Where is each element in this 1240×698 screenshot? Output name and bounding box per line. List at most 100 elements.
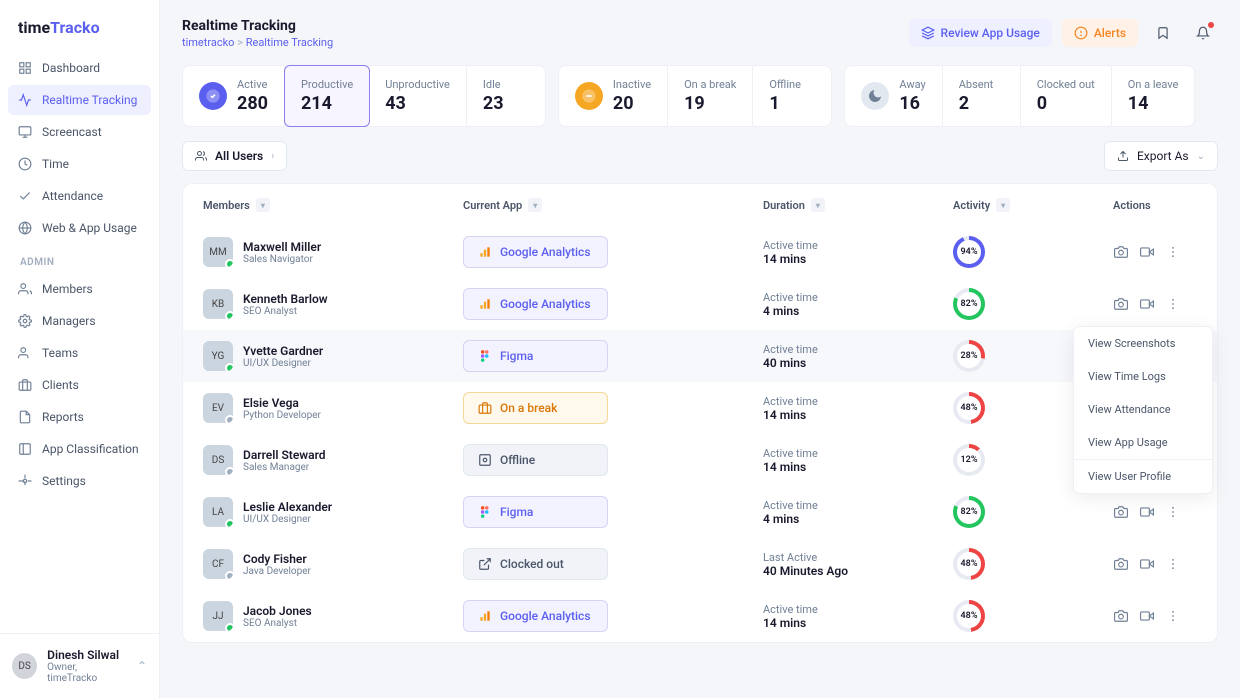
sidebar-item-dashboard[interactable]: Dashboard — [8, 53, 151, 83]
more-icon[interactable] — [1165, 296, 1181, 312]
sidebar-item-web-app-usage[interactable]: Web & App Usage — [8, 213, 151, 243]
stat-unproductive[interactable]: Unproductive43 — [369, 66, 467, 126]
app-chip[interactable]: Google Analytics — [463, 600, 608, 632]
stat-idle[interactable]: Idle23 — [467, 66, 545, 126]
avatar: CF — [203, 549, 233, 579]
avatar: MM — [203, 237, 233, 267]
app-icon — [478, 453, 492, 467]
app-label: Google Analytics — [500, 609, 591, 623]
app-chip[interactable]: Google Analytics — [463, 288, 608, 320]
table-row: KB Kenneth Barlow SEO Analyst Google Ana… — [183, 278, 1217, 330]
status-dot — [225, 311, 233, 319]
export-dropdown[interactable]: Export As ⌄ — [1104, 141, 1218, 171]
member-cell: KB Kenneth Barlow SEO Analyst — [203, 289, 463, 319]
member-name: Maxwell Miller — [243, 240, 321, 254]
bookmark-icon[interactable] — [1148, 18, 1178, 48]
more-icon[interactable] — [1165, 608, 1181, 624]
user-box[interactable]: DS Dinesh Silwal Owner, timeTracko ⌃ — [0, 633, 159, 698]
stat-value: 20 — [613, 93, 651, 114]
stat-value: 23 — [483, 93, 504, 114]
app-chip[interactable]: Clocked out — [463, 548, 608, 580]
header: Realtime Tracking timetracko > Realtime … — [182, 18, 1218, 49]
table-header: Members▾ Current App▾ Duration▾ Activity… — [183, 184, 1217, 226]
popup-item-view-user-profile[interactable]: View User Profile — [1074, 460, 1212, 493]
activity-ring: 48% — [953, 548, 985, 580]
alerts-button[interactable]: Alerts — [1062, 19, 1138, 47]
nav-label: Time — [42, 157, 69, 171]
sidebar-item-teams[interactable]: Teams — [8, 338, 151, 368]
app-chip[interactable]: Offline — [463, 444, 608, 476]
stat-on-a-leave[interactable]: On a leave14 — [1112, 66, 1195, 126]
camera-icon[interactable] — [1113, 244, 1129, 260]
more-icon[interactable] — [1165, 504, 1181, 520]
app-chip[interactable]: Figma — [463, 496, 608, 528]
sort-icon[interactable]: ▾ — [528, 198, 542, 212]
col-members[interactable]: Members▾ — [203, 198, 463, 212]
page-title: Realtime Tracking — [182, 18, 333, 34]
popup-item-view-screenshots[interactable]: View Screenshots — [1074, 327, 1212, 360]
sidebar-item-app-classification[interactable]: App Classification — [8, 434, 151, 464]
stat-active[interactable]: Active280 — [183, 66, 285, 126]
duration-value: 14 mins — [763, 460, 953, 474]
app-icon — [478, 245, 492, 259]
sidebar-item-attendance[interactable]: Attendance — [8, 181, 151, 211]
more-icon[interactable] — [1165, 244, 1181, 260]
sidebar-item-settings[interactable]: Settings — [8, 466, 151, 496]
member-cell: YG Yvette Gardner UI/UX Designer — [203, 341, 463, 371]
bell-icon[interactable] — [1188, 18, 1218, 48]
members-table: Members▾ Current App▾ Duration▾ Activity… — [182, 183, 1218, 643]
member-role: Python Developer — [243, 410, 321, 421]
camera-icon[interactable] — [1113, 608, 1129, 624]
table-row: YG Yvette Gardner UI/UX Designer Figma A… — [183, 330, 1217, 382]
review-app-usage-button[interactable]: Review App Usage — [909, 19, 1052, 47]
camera-icon[interactable] — [1113, 504, 1129, 520]
col-app[interactable]: Current App▾ — [463, 198, 763, 212]
app-icon — [478, 557, 492, 571]
nav-icon — [18, 221, 32, 235]
video-icon[interactable] — [1139, 556, 1155, 572]
sidebar-item-members[interactable]: Members — [8, 274, 151, 304]
breadcrumb-current: Realtime Tracking — [246, 36, 333, 49]
stat-productive[interactable]: Productive214 — [284, 65, 370, 127]
chevron-up-icon[interactable]: ⌃ — [137, 659, 147, 673]
sidebar-item-managers[interactable]: Managers — [8, 306, 151, 336]
stat-group-away: Away16Absent2Clocked out0On a leave14 — [844, 65, 1195, 127]
activity-ring: 28% — [953, 340, 985, 372]
sidebar-item-realtime-tracking[interactable]: Realtime Tracking — [8, 85, 151, 115]
app-chip[interactable]: On a break — [463, 392, 608, 424]
more-icon[interactable] — [1165, 556, 1181, 572]
video-icon[interactable] — [1139, 244, 1155, 260]
video-icon[interactable] — [1139, 504, 1155, 520]
video-icon[interactable] — [1139, 608, 1155, 624]
sort-icon[interactable]: ▾ — [996, 198, 1010, 212]
all-users-dropdown[interactable]: All Users › — [182, 141, 287, 171]
duration-cell: Active time 14 mins — [763, 447, 953, 474]
stat-offline[interactable]: Offline1 — [753, 66, 831, 126]
sort-icon[interactable]: ▾ — [811, 198, 825, 212]
stat-clocked-out[interactable]: Clocked out0 — [1021, 66, 1112, 126]
app-chip[interactable]: Figma — [463, 340, 608, 372]
stat-value: 16 — [899, 93, 925, 114]
stat-absent[interactable]: Absent2 — [943, 66, 1021, 126]
sidebar-item-reports[interactable]: Reports — [8, 402, 151, 432]
col-duration[interactable]: Duration▾ — [763, 198, 953, 212]
sidebar-item-time[interactable]: Time — [8, 149, 151, 179]
app-chip[interactable]: Google Analytics — [463, 236, 608, 268]
stat-inactive[interactable]: Inactive20 — [559, 66, 668, 126]
breadcrumb-root[interactable]: timetracko — [182, 36, 234, 49]
col-activity[interactable]: Activity▾ — [953, 198, 1113, 212]
popup-item-view-time-logs[interactable]: View Time Logs — [1074, 360, 1212, 393]
stat-away[interactable]: Away16 — [845, 66, 942, 126]
camera-icon[interactable] — [1113, 556, 1129, 572]
camera-icon[interactable] — [1113, 296, 1129, 312]
duration-label: Active time — [763, 499, 953, 512]
sidebar-item-clients[interactable]: Clients — [8, 370, 151, 400]
popup-item-view-app-usage[interactable]: View App Usage — [1074, 426, 1212, 459]
video-icon[interactable] — [1139, 296, 1155, 312]
sidebar-item-screencast[interactable]: Screencast — [8, 117, 151, 147]
sort-icon[interactable]: ▾ — [256, 198, 270, 212]
stat-on-a-break[interactable]: On a break19 — [668, 66, 753, 126]
actions-cell — [1113, 244, 1223, 260]
popup-item-view-attendance[interactable]: View Attendance — [1074, 393, 1212, 426]
app-icon — [478, 297, 492, 311]
